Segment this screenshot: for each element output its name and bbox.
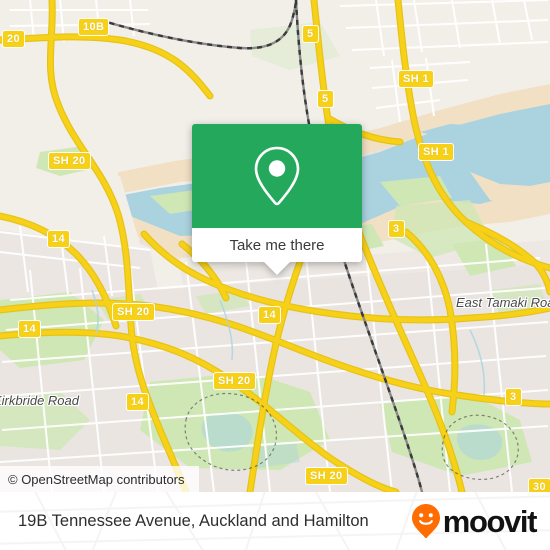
highway-shield[interactable]: SH 20	[213, 372, 256, 390]
highway-shield[interactable]: 20	[2, 30, 26, 48]
highway-shield[interactable]: 30	[528, 478, 550, 492]
map-pin-icon	[254, 146, 300, 206]
moovit-map-screenshot: 20 10B SH 20 5 5 SH 1 SH 1 3 14 14 SH 20…	[0, 0, 550, 550]
popup-card-pointer	[264, 262, 290, 275]
highway-shield[interactable]: SH 20	[112, 303, 155, 321]
location-popup-card[interactable]: Take me there	[192, 124, 362, 275]
moovit-smiley-pin-icon	[411, 504, 440, 539]
highway-shield[interactable]: SH 1	[398, 70, 435, 88]
take-me-there-label: Take me there	[229, 236, 325, 254]
highway-shield[interactable]: SH 20	[48, 152, 91, 170]
road-label-east-tamaki-road: East Tamaki Road	[456, 295, 550, 310]
attribution-text: © OpenStreetMap contributors	[8, 471, 185, 487]
highway-shield[interactable]: 14	[47, 230, 71, 248]
road-label-kirkbride-road: Kirkbride Road	[0, 393, 79, 408]
highway-shield[interactable]: 3	[505, 388, 522, 406]
highway-shield[interactable]: 5	[302, 25, 319, 43]
footer-bar: 19B Tennessee Avenue, Auckland and Hamil…	[0, 492, 550, 550]
highway-shield[interactable]: 14	[18, 320, 42, 338]
highway-shield[interactable]: SH 1	[418, 143, 455, 161]
highway-shield[interactable]: SH 20	[305, 467, 348, 485]
highway-shield[interactable]: 14	[126, 393, 150, 411]
map-attribution[interactable]: © OpenStreetMap contributors	[0, 466, 199, 492]
highway-shield[interactable]: 3	[388, 220, 405, 238]
popup-card-action[interactable]: Take me there	[192, 228, 362, 275]
highway-shield[interactable]: 5	[317, 90, 334, 108]
moovit-logo[interactable]: moovit	[411, 503, 538, 539]
moovit-wordmark: moovit	[442, 503, 538, 539]
highway-shield[interactable]: 10B	[78, 18, 110, 36]
address-label: 19B Tennessee Avenue, Auckland and Hamil…	[18, 511, 369, 530]
highway-shield[interactable]: 14	[258, 306, 282, 324]
map-canvas[interactable]: 20 10B SH 20 5 5 SH 1 SH 1 3 14 14 SH 20…	[0, 0, 550, 492]
popup-card-header	[192, 124, 362, 228]
